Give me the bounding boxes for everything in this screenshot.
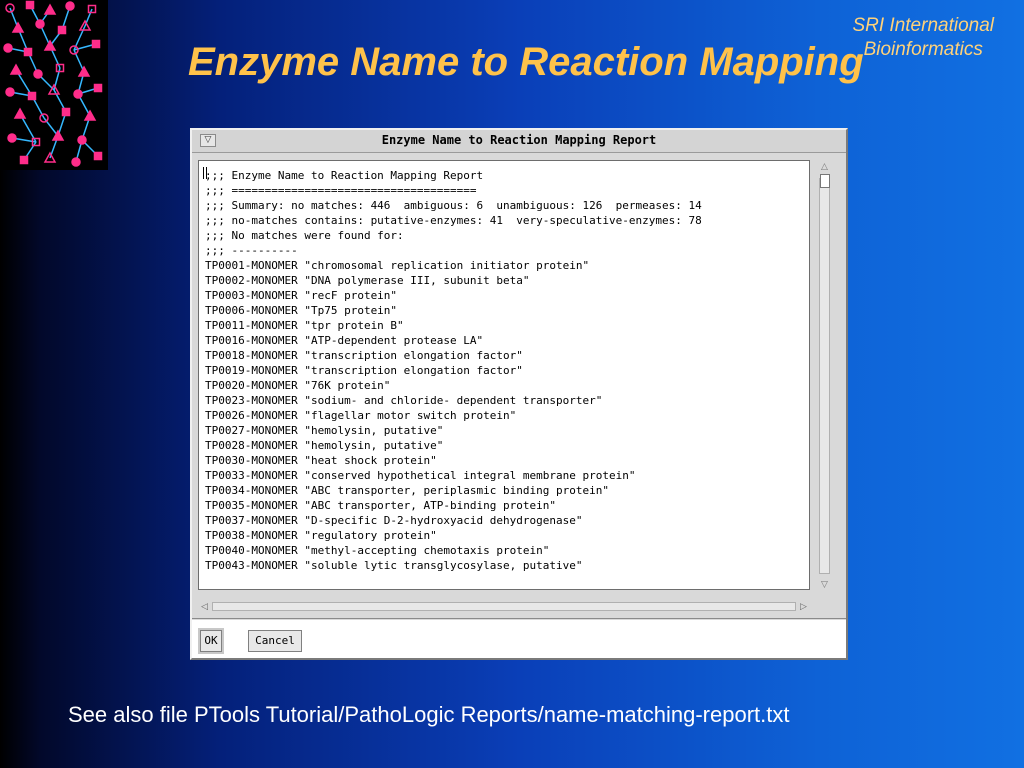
report-line: TP0002-MONOMER "DNA polymerase III, subu… [205,274,530,287]
pathway-node [9,63,23,75]
pathway-node [13,107,27,119]
scroll-right-arrow-icon[interactable]: ▷ [797,600,810,614]
organization-line: SRI International [852,15,994,36]
pathway-node [65,1,75,11]
report-line: TP0026-MONOMER "flagellar motor switch p… [205,409,517,422]
report-line: TP0019-MONOMER "transcription elongation… [205,364,523,377]
report-line: TP0034-MONOMER "ABC transporter, peripla… [205,484,609,497]
report-line: TP0043-MONOMER "soluble lytic transglyco… [205,559,583,572]
report-line: ;;; No matches were found for: [205,229,404,242]
pathway-node [3,43,13,53]
report-line: ;;; Enzyme Name to Reaction Mapping Repo… [205,169,484,182]
report-line: TP0011-MONOMER "tpr protein B" [205,319,404,332]
report-line: ;;; no-matches contains: putative-enzyme… [205,214,702,227]
pathway-node [61,107,71,117]
pathway-node [77,65,91,77]
pathway-logo [0,0,108,170]
report-lines: ;;; Enzyme Name to Reaction Mapping Repo… [205,168,702,573]
report-line: TP0027-MONOMER "hemolysin, putative" [205,424,444,437]
report-line: TP0033-MONOMER "conserved hypothetical i… [205,469,636,482]
report-line: TP0038-MONOMER "regulatory protein" [205,529,437,542]
pathway-node [25,0,35,10]
vertical-scrollbar[interactable]: △ ▽ [816,160,834,592]
report-line: ;;; Summary: no matches: 446 ambiguous: … [205,199,702,212]
report-line: TP0020-MONOMER "76K protein" [205,379,391,392]
ok-button[interactable]: OK [200,630,222,652]
dialog-title: Enzyme Name to Reaction Mapping Report [381,133,657,147]
pathway-node [93,151,103,161]
report-line: TP0040-MONOMER "methyl-accepting chemota… [205,544,550,557]
scroll-up-arrow-icon[interactable]: △ [818,160,831,174]
pathway-node [27,91,37,101]
pathway-node [33,69,43,79]
pathway-node [35,19,45,29]
report-line: ;;; ====================================… [205,184,477,197]
report-line: TP0023-MONOMER "sodium- and chloride- de… [205,394,603,407]
organization-line: Bioinformatics [863,39,983,60]
report-line: TP0016-MONOMER "ATP-dependent protease L… [205,334,484,347]
report-line: ;;; ---------- [205,244,298,257]
pathway-node [57,25,67,35]
scroll-left-arrow-icon[interactable]: ◁ [198,600,211,614]
dialog-titlebar[interactable]: ▽ Enzyme Name to Reaction Mapping Report [192,130,846,153]
report-line: TP0037-MONOMER "D-specific D-2-hydroxyac… [205,514,583,527]
vertical-scroll-track[interactable] [819,178,830,574]
footer-note: See also file PTools Tutorial/PathoLogic… [68,702,790,727]
report-line: TP0001-MONOMER "chromosomal replication … [205,259,590,272]
organization-label: SRI International Bioinformatics [852,14,994,62]
vertical-scroll-thumb[interactable] [820,174,830,188]
pathway-node [73,89,83,99]
pathway-node [83,109,97,121]
pathway-node [23,47,33,57]
pathway-node [11,21,25,33]
report-line: TP0018-MONOMER "transcription elongation… [205,349,523,362]
scroll-down-arrow-icon[interactable]: ▽ [818,578,831,592]
pathway-node [93,83,103,93]
pathway-node [91,39,101,49]
pathway-node [5,87,15,97]
pathway-node [71,157,81,167]
pathway-node [77,135,87,145]
report-line: TP0028-MONOMER "hemolysin, putative" [205,439,444,452]
report-line: TP0006-MONOMER "Tp75 protein" [205,304,398,317]
report-text-area[interactable]: ;;; Enzyme Name to Reaction Mapping Repo… [198,160,810,590]
horizontal-scrollbar[interactable]: ◁ ▷ [198,600,810,614]
report-line: TP0003-MONOMER "recF protein" [205,289,398,302]
pathway-node [19,155,29,165]
pathway-node [7,133,17,143]
dialog-button-bar: OK Cancel [192,620,846,658]
report-dialog: ▽ Enzyme Name to Reaction Mapping Report… [190,128,848,660]
cancel-button[interactable]: Cancel [248,630,302,652]
report-line: TP0035-MONOMER "ABC transporter, ATP-bin… [205,499,556,512]
horizontal-scroll-track[interactable] [212,602,796,611]
slide-title: Enzyme Name to Reaction Mapping [188,40,864,84]
report-line: TP0030-MONOMER "heat shock protein" [205,454,437,467]
pathway-network-graphic [3,0,103,167]
pathway-node [43,3,57,15]
